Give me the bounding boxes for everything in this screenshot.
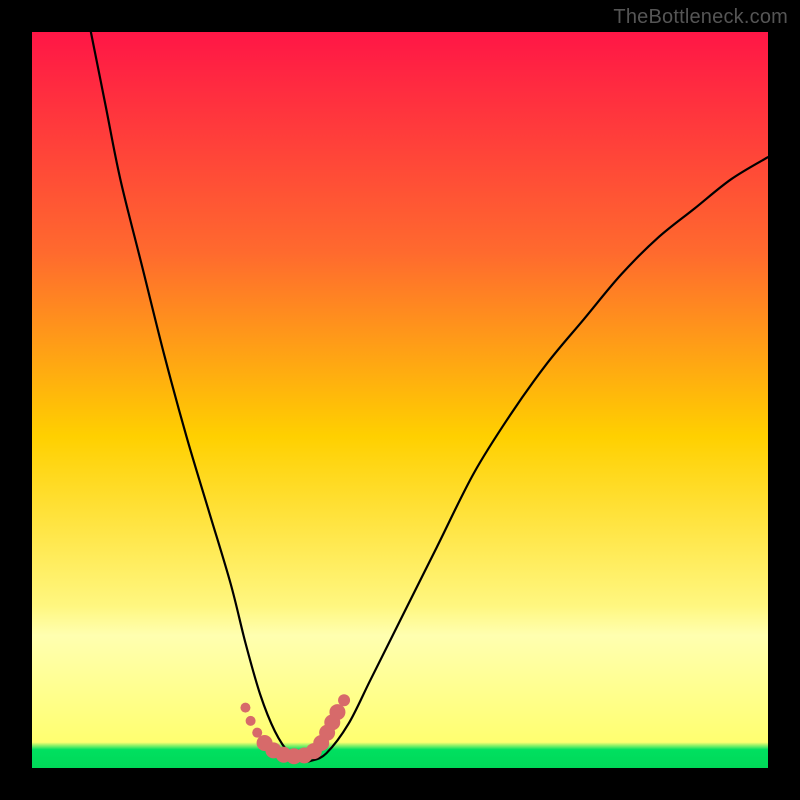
valley-dot bbox=[329, 704, 345, 720]
watermark-text: TheBottleneck.com bbox=[613, 6, 788, 29]
valley-markers bbox=[32, 32, 768, 768]
plot-area bbox=[32, 32, 768, 768]
valley-dot bbox=[338, 694, 350, 706]
valley-dot bbox=[246, 716, 256, 726]
valley-dot bbox=[240, 703, 250, 713]
chart-frame: TheBottleneck.com bbox=[0, 0, 800, 800]
